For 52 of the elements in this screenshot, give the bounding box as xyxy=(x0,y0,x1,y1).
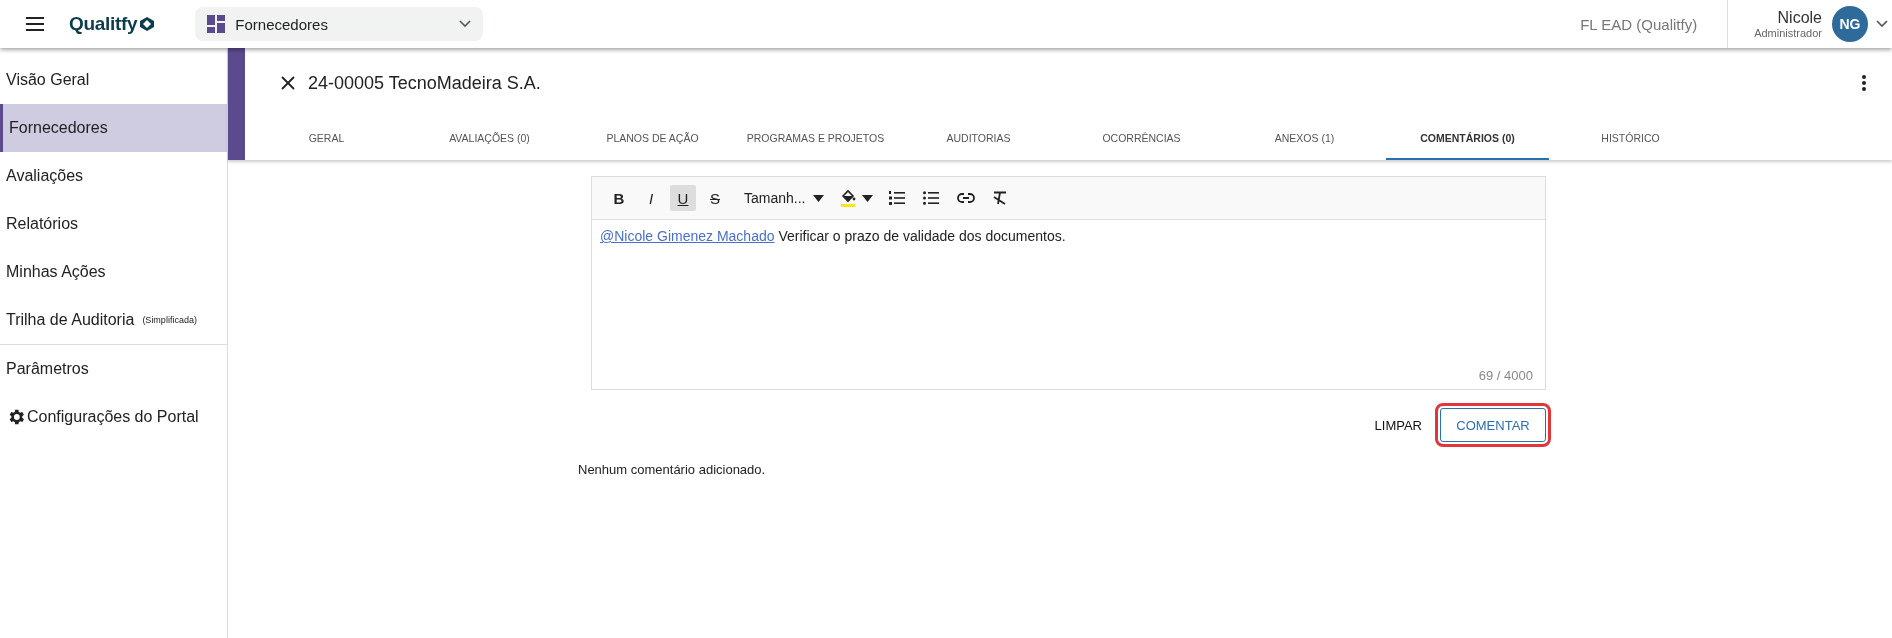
sidebar-item[interactable]: Avaliações xyxy=(0,152,227,200)
italic-button[interactable]: I xyxy=(638,185,664,211)
tab[interactable]: PROGRAMAS E PROJETOS xyxy=(734,118,897,160)
caret-icon xyxy=(813,194,825,202)
user-name: Nicole xyxy=(1777,9,1822,27)
highlight-color-button[interactable] xyxy=(840,189,857,207)
tab[interactable]: OCORRÊNCIAS xyxy=(1060,118,1223,160)
more-options-icon[interactable] xyxy=(1862,75,1866,91)
sidebar-item[interactable]: Parâmetros xyxy=(0,345,227,393)
sidebar-item[interactable]: Configurações do Portal xyxy=(0,393,227,441)
tab[interactable]: AVALIAÇÕES (0) xyxy=(408,118,571,160)
cube-icon xyxy=(139,16,156,32)
underline-button[interactable]: U xyxy=(670,185,696,211)
user-role: Administrador xyxy=(1754,27,1822,39)
tab[interactable]: COMENTÁRIOS (0) xyxy=(1386,118,1549,160)
bold-button[interactable]: B xyxy=(606,185,632,211)
caret-icon[interactable] xyxy=(862,194,874,202)
strike-button[interactable]: S xyxy=(702,185,728,211)
tab[interactable]: ANEXOS (1) xyxy=(1223,118,1386,160)
menu-icon[interactable] xyxy=(26,17,44,31)
sidebar-item[interactable]: Fornecedores xyxy=(0,104,227,152)
comment-text: Verificar o prazo de validade dos documentos. xyxy=(778,228,1066,244)
empty-message: Nenhum comentário adicionado. xyxy=(578,462,767,477)
tab[interactable]: AUDITORIAS xyxy=(897,118,1060,160)
item-label: Configurações do Portal xyxy=(27,408,199,426)
numbered-list-icon[interactable] xyxy=(889,191,906,205)
font-size-dropdown[interactable]: Tamanh... xyxy=(738,185,831,211)
tenant-label: FL EAD (Qualitfy) xyxy=(1580,15,1698,33)
logo-text: Qualitfy xyxy=(69,13,138,35)
record-title: 24-00005 TecnoMadeira S.A. xyxy=(308,72,542,94)
chevron-down-icon xyxy=(459,20,472,28)
close-icon[interactable] xyxy=(281,76,295,90)
character-counter: 69 / 4000 xyxy=(1478,368,1533,383)
tab[interactable]: GERAL xyxy=(245,118,408,160)
sidebar-item[interactable]: Minhas Ações xyxy=(0,248,227,296)
link-icon[interactable] xyxy=(957,193,976,203)
dashboard-icon xyxy=(207,15,226,33)
tab[interactable]: PLANOS DE AÇÃO xyxy=(571,118,734,160)
sidebar-item[interactable]: Trilha de Auditoria (Simplificada) xyxy=(0,296,227,344)
tab[interactable]: HISTÓRICO xyxy=(1549,118,1712,160)
sidebar-item[interactable]: Visão Geral xyxy=(0,56,227,104)
sidebar-item[interactable]: Relatórios xyxy=(0,200,227,248)
mention-link[interactable]: @Nicole Gimenez Machado xyxy=(600,228,775,244)
chevron-down-icon[interactable] xyxy=(1876,20,1888,28)
module-label: Fornecedores xyxy=(235,15,329,33)
comment-input-field[interactable]: @Nicole Gimenez Machado Verificar o prazo de validade dos documentos. 69 / 4000 xyxy=(592,220,1545,389)
item-label: Trilha de Auditoria xyxy=(6,311,135,329)
item-note: (Simplificada) xyxy=(142,315,197,325)
module-selector[interactable]: Fornecedores xyxy=(195,7,484,41)
bullet-list-icon[interactable] xyxy=(923,191,940,205)
clear-format-icon[interactable] xyxy=(993,191,1008,205)
user-avatar[interactable]: NG xyxy=(1832,6,1868,42)
